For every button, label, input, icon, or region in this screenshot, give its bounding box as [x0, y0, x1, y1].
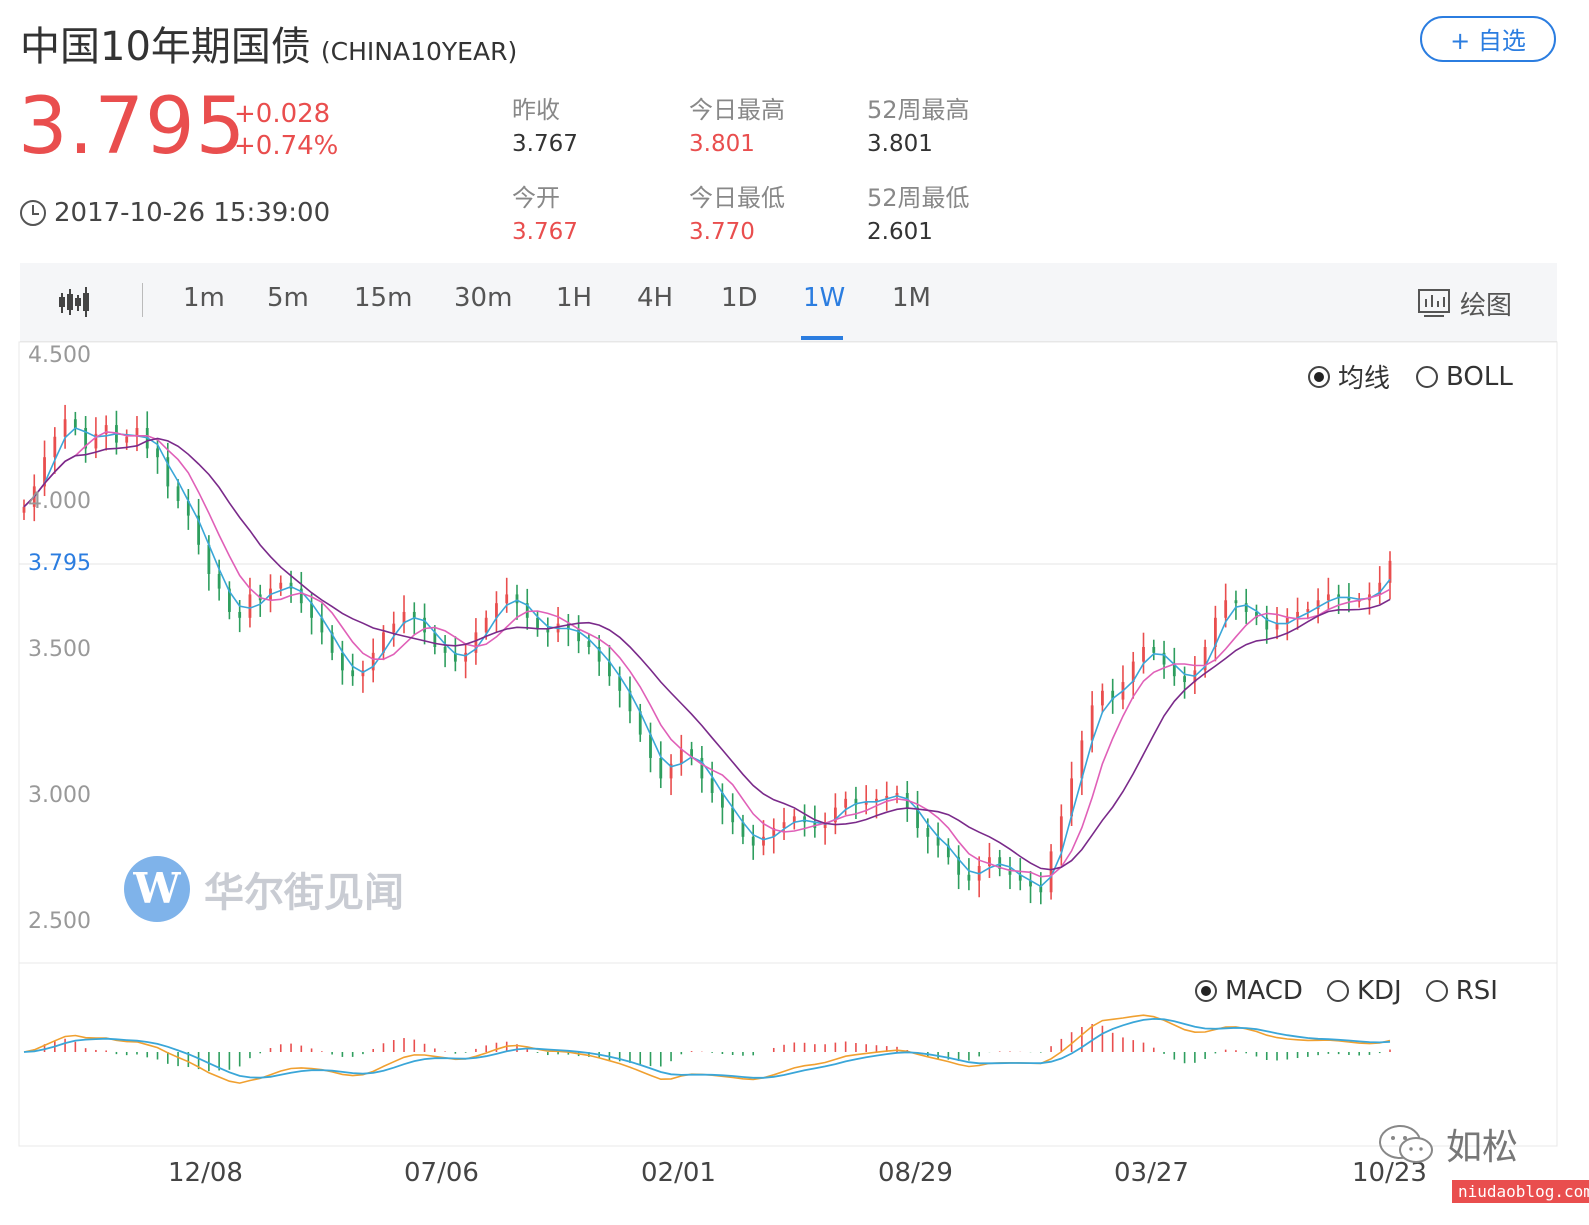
candle-body — [1326, 594, 1330, 601]
candle-body — [762, 836, 765, 846]
kdj-label: KDJ — [1356, 976, 1402, 1006]
candle-body — [751, 836, 755, 846]
candle-body — [803, 816, 806, 823]
indicator-selector: MACD KDJ RSI — [1195, 976, 1498, 1006]
candle-body — [505, 594, 509, 604]
candle-body — [679, 749, 683, 764]
ma-label: 均线 — [1338, 364, 1391, 394]
candle-body — [587, 641, 591, 647]
candle-body — [1224, 600, 1228, 618]
candle-body — [1275, 623, 1279, 630]
candle-body — [1152, 647, 1156, 653]
macd-label: MACD — [1225, 976, 1303, 1006]
candle-body — [217, 574, 221, 589]
watermark: W 华尔街见闻 — [124, 856, 404, 922]
x-tick-label: 12/08 — [168, 1158, 243, 1188]
candle-body — [238, 611, 242, 618]
wallstreetcn-logo-icon: W — [124, 856, 190, 922]
y-tick-3500: 3.500 — [28, 637, 91, 662]
macd-lines — [23, 1014, 1391, 1084]
candle-body — [340, 652, 344, 671]
candle-body — [176, 486, 180, 501]
candle-body — [392, 623, 396, 633]
candle-body — [1142, 647, 1145, 662]
candle-body — [248, 594, 252, 618]
candle-body — [782, 822, 786, 829]
candle-body — [1090, 705, 1094, 741]
y-tick-2500: 2.500 — [28, 909, 91, 934]
ma-radio[interactable]: 均线 — [1308, 358, 1390, 395]
radio-checked-icon — [1195, 980, 1217, 1002]
kdj-radio[interactable]: KDJ — [1326, 976, 1402, 1006]
x-tick-label: 03/27 — [1114, 1158, 1189, 1188]
candle-body — [926, 828, 930, 837]
overlay-selector: 均线 BOLL — [1308, 358, 1513, 395]
candle-body — [73, 419, 77, 428]
y-tick-4500: 4.500 — [28, 343, 91, 368]
chart-frame — [18, 341, 1558, 1147]
rsi-label: RSI — [1455, 976, 1498, 1006]
radio-unchecked-icon — [1326, 980, 1349, 1002]
candle-body — [515, 594, 519, 604]
boll-label: BOLL — [1446, 361, 1513, 392]
wechat-signature: 如松 — [1376, 1118, 1518, 1170]
candle-body — [22, 506, 26, 513]
candle-body — [546, 629, 550, 633]
candle-body — [443, 647, 447, 653]
boll-radio[interactable]: BOLL — [1416, 358, 1513, 395]
candle-body — [53, 436, 57, 458]
candle-body — [464, 652, 468, 662]
price-chart[interactable] — [0, 0, 1589, 1225]
moving-averages — [23, 427, 1391, 888]
ma-line-12 — [23, 437, 1391, 871]
candle-body — [844, 798, 848, 808]
x-tick-label: 07/06 — [404, 1158, 479, 1188]
radio-checked-icon — [1308, 365, 1330, 388]
candle-body — [1234, 600, 1238, 604]
candle-body — [125, 436, 129, 443]
candle-body — [1059, 816, 1063, 852]
candle-body — [967, 874, 971, 881]
ma-line-3 — [23, 427, 1391, 888]
watermark-text: 华尔街见闻 — [204, 869, 404, 916]
candle-body — [484, 617, 488, 633]
wechat-icon — [1379, 1125, 1433, 1163]
x-tick-label: 08/29 — [878, 1158, 953, 1188]
y-tick-current: 3.795 — [28, 551, 91, 576]
candle-body — [659, 757, 663, 779]
candle-body — [351, 670, 355, 677]
radio-unchecked-icon — [1425, 980, 1448, 1002]
wechat-name: 如松 — [1446, 1127, 1519, 1168]
blog-tag: niudaoblog.com — [1452, 1180, 1589, 1203]
candle-body — [412, 611, 416, 618]
candle-body — [1049, 851, 1053, 893]
candle-body — [156, 448, 159, 458]
candle-body — [63, 419, 67, 437]
candle-body — [207, 544, 211, 574]
y-tick-4000: 4.000 — [28, 489, 91, 514]
candlestick-series — [22, 404, 1392, 905]
rsi-radio[interactable]: RSI — [1425, 976, 1498, 1006]
macd-histogram — [33, 1024, 1391, 1072]
macd-radio[interactable]: MACD — [1195, 976, 1303, 1006]
x-tick-label: 02/01 — [641, 1158, 716, 1188]
candle-body — [1183, 676, 1186, 683]
candle-body — [710, 778, 714, 793]
ma-line-6 — [23, 431, 1391, 878]
candle-body — [536, 617, 539, 630]
candle-body — [1101, 690, 1104, 706]
radio-unchecked-icon — [1416, 365, 1439, 388]
candle-body — [279, 582, 283, 589]
y-tick-3000: 3.000 — [28, 783, 91, 808]
